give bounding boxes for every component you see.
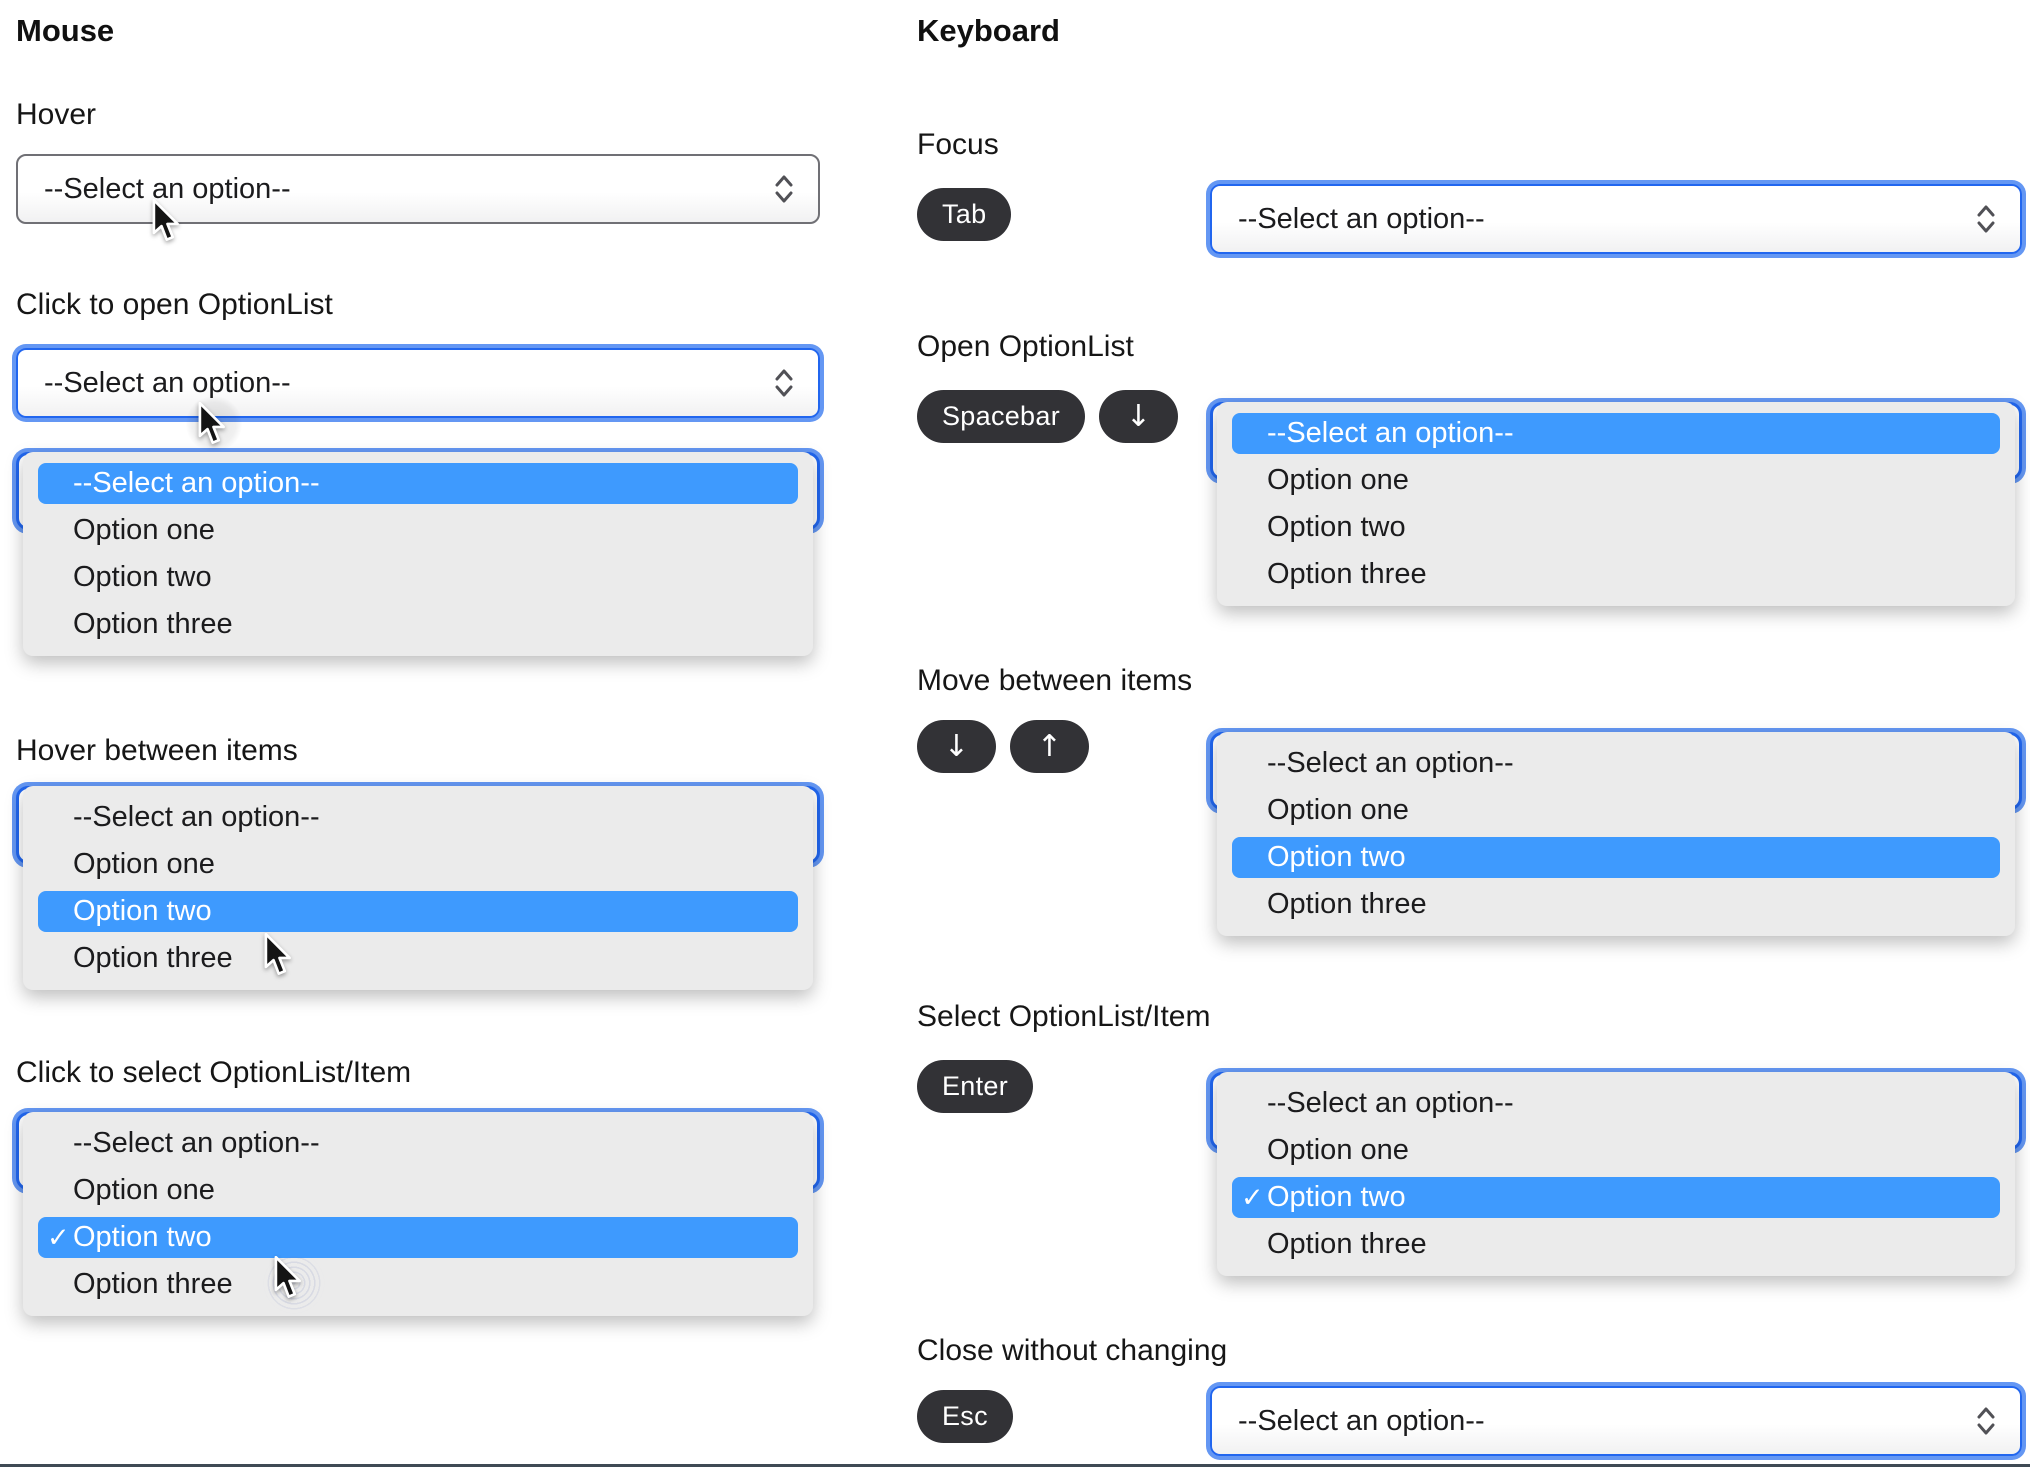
- optionlist: --Select an option-- Option one ✓ Option…: [23, 1112, 813, 1316]
- select-stepper-icon: [1977, 1407, 1995, 1435]
- optionlist-open: --Select an option-- Option one Option t…: [1210, 402, 2022, 606]
- optionlist-open: --Select an option-- Option one ✓ Option…: [1210, 1072, 2022, 1276]
- key-badges: Esc: [917, 1386, 1210, 1443]
- option-label: Option two: [1267, 1181, 1406, 1213]
- optionlist: --Select an option-- Option one ✓ Option…: [1217, 1072, 2015, 1276]
- optionlist: --Select an option-- Option one Option t…: [1217, 402, 2015, 606]
- select-trigger-hover[interactable]: --Select an option--: [16, 154, 820, 224]
- mouse-cursor-icon: [274, 1256, 301, 1299]
- option-two-selected[interactable]: ✓ Option two: [1232, 1177, 2000, 1218]
- keyboard-heading: Keyboard: [917, 13, 1060, 48]
- option-placeholder[interactable]: --Select an option--: [23, 794, 813, 841]
- option-two[interactable]: Option two: [23, 554, 813, 601]
- select-stepper-icon: [1977, 205, 1995, 233]
- keyboard-row-open: Spacebar ↓ --Select an option-- Option o…: [917, 386, 2022, 606]
- option-placeholder[interactable]: --Select an option--: [1217, 1080, 2015, 1127]
- option-one[interactable]: Option one: [23, 507, 813, 554]
- checkmark-icon: ✓: [47, 1222, 70, 1253]
- key-arrow-up: ↑: [1010, 720, 1089, 773]
- section-label-close: Close without changing: [917, 1334, 1228, 1367]
- select-value: --Select an option--: [44, 366, 291, 399]
- option-three[interactable]: Option three: [1217, 1221, 2015, 1268]
- page: Mouse Hover --Select an option-- Click t…: [0, 0, 2030, 1471]
- section-label-click-select: Click to select OptionList/Item: [16, 1056, 412, 1089]
- section-label-open: Open OptionList: [917, 330, 1134, 363]
- page-bottom-divider: [0, 1464, 2030, 1467]
- keyboard-row-focus: Tab --Select an option--: [917, 184, 2022, 254]
- key-tab: Tab: [917, 188, 1012, 241]
- optionlist-open-select: --Select an option-- Option one ✓ Option…: [16, 1112, 820, 1316]
- optionlist: --Select an option-- Option one Option t…: [23, 452, 813, 656]
- key-badges: Enter: [917, 1056, 1210, 1113]
- keyboard-column: Keyboard Focus Tab --Select an option-- …: [917, 0, 2022, 1456]
- option-two-highlighted[interactable]: Option two: [38, 891, 798, 932]
- select-stepper-icon: [775, 369, 793, 397]
- key-badges: Tab: [917, 184, 1210, 241]
- select-trigger-focused[interactable]: --Select an option--: [1210, 184, 2022, 254]
- keyboard-row-move: ↓ ↑ --Select an option-- Option one Opti…: [917, 716, 2022, 936]
- option-two-selected[interactable]: ✓ Option two: [38, 1217, 798, 1258]
- option-two[interactable]: Option two: [1217, 504, 2015, 551]
- optionlist-open: --Select an option-- Option one Option t…: [1210, 732, 2022, 936]
- select-stepper-icon: [775, 175, 793, 203]
- key-enter: Enter: [917, 1060, 1034, 1113]
- select-trigger-focused[interactable]: --Select an option--: [16, 348, 820, 418]
- optionlist: --Select an option-- Option one Option t…: [1217, 732, 2015, 936]
- option-one[interactable]: Option one: [23, 1167, 813, 1214]
- option-three[interactable]: Option three: [23, 601, 813, 648]
- mouse-cursor-icon: [264, 933, 291, 976]
- select-value: --Select an option--: [1238, 202, 1485, 235]
- option-three[interactable]: Option three: [23, 935, 813, 982]
- select-value: --Select an option--: [1238, 1404, 1485, 1437]
- optionlist-open-hover: --Select an option-- Option one Option t…: [16, 786, 820, 990]
- mouse-heading: Mouse: [16, 13, 115, 48]
- keyboard-row-select: Enter --Select an option-- Option one ✓ …: [917, 1056, 2022, 1276]
- option-three[interactable]: Option three: [23, 1261, 813, 1308]
- section-label-hover-items: Hover between items: [16, 734, 298, 767]
- option-placeholder[interactable]: --Select an option--: [23, 1120, 813, 1167]
- mouse-cursor-icon: [152, 199, 179, 242]
- option-one[interactable]: Option one: [1217, 457, 2015, 504]
- option-one[interactable]: Option one: [23, 841, 813, 888]
- mouse-column: Mouse Hover --Select an option-- Click t…: [16, 0, 820, 1316]
- option-three[interactable]: Option three: [1217, 881, 2015, 928]
- section-label-move: Move between items: [917, 664, 1193, 697]
- optionlist: --Select an option-- Option one Option t…: [23, 786, 813, 990]
- section-label-click-open: Click to open OptionList: [16, 288, 333, 321]
- key-arrow-down: ↓: [1098, 390, 1178, 443]
- section-label-focus: Focus: [917, 128, 999, 161]
- option-placeholder[interactable]: --Select an option--: [1217, 740, 2015, 787]
- section-label-select: Select OptionList/Item: [917, 1000, 1211, 1033]
- select-trigger-focused[interactable]: --Select an option--: [1210, 1386, 2022, 1456]
- option-placeholder-highlighted[interactable]: --Select an option--: [1232, 413, 2000, 454]
- key-badges: Spacebar ↓: [917, 386, 1210, 443]
- section-label-hover: Hover: [16, 98, 97, 131]
- option-two-highlighted[interactable]: Option two: [1232, 837, 2000, 878]
- key-esc: Esc: [917, 1390, 1013, 1443]
- key-spacebar: Spacebar: [917, 390, 1085, 443]
- option-placeholder-highlighted[interactable]: --Select an option--: [38, 463, 798, 504]
- checkmark-icon: ✓: [1241, 1182, 1264, 1213]
- optionlist-open-click: --Select an option-- Option one Option t…: [16, 452, 820, 656]
- key-arrow-down: ↓: [917, 720, 996, 773]
- key-badges: ↓ ↑: [917, 716, 1210, 773]
- mouse-cursor-icon: [198, 402, 225, 445]
- option-one[interactable]: Option one: [1217, 787, 2015, 834]
- keyboard-row-close: Esc --Select an option--: [917, 1386, 2022, 1456]
- option-label: Option two: [73, 1221, 212, 1253]
- option-three[interactable]: Option three: [1217, 551, 2015, 598]
- option-one[interactable]: Option one: [1217, 1127, 2015, 1174]
